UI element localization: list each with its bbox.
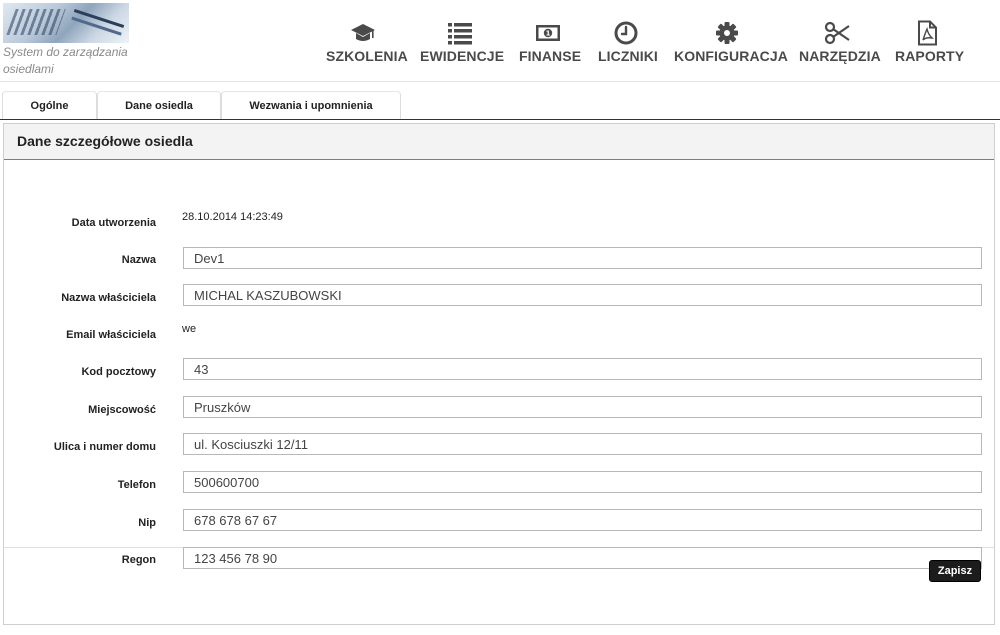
header: System do zarządzania osiedlami SZKOLENI… (0, 0, 1000, 82)
nav-label: FINANSE (519, 48, 582, 64)
nav-item-narzedzia[interactable]: NARZĘDZIA (799, 20, 881, 70)
nav-item-finanse[interactable]: 1 FINANSE (519, 20, 582, 70)
field-label: Regon (121, 554, 156, 566)
row-data-utworzenia: Data utworzenia 28.10.2014 14:23:49 (4, 211, 994, 241)
nav-item-liczniki[interactable]: LICZNIKI (598, 20, 658, 70)
postal-code-input[interactable] (183, 358, 982, 380)
svg-text:1: 1 (546, 30, 551, 38)
nav-item-ewidencje[interactable]: EWIDENCJE (420, 20, 505, 70)
row-kod-pocztowy: Kod pocztowy (4, 358, 994, 382)
field-label: Telefon (117, 479, 156, 491)
city-input[interactable] (183, 396, 982, 418)
list-icon (448, 23, 472, 45)
field-label: Miejscowość (88, 404, 156, 416)
pdf-file-icon (918, 20, 937, 46)
row-nazwa: Nazwa (4, 247, 994, 271)
regon-input[interactable] (183, 547, 982, 569)
owner-email-value: we (182, 323, 197, 335)
field-label: Kod pocztowy (81, 366, 156, 378)
money-icon: 1 (536, 25, 560, 41)
field-label: Data utworzenia (71, 217, 156, 229)
field-label: Nip (138, 517, 156, 529)
created-date-value: 28.10.2014 14:23:49 (182, 211, 283, 223)
row-regon: Regon (4, 547, 994, 571)
tab-wezwania-i-upomnienia[interactable]: Wezwania i upomnienia (221, 91, 401, 119)
row-email-wlasciciela: Email właściciela we (4, 323, 994, 353)
nav-label: NARZĘDZIA (799, 48, 881, 64)
nav-item-konfiguracja[interactable]: KONFIGURACJA (674, 20, 788, 70)
scissors-icon (824, 21, 850, 45)
owner-name-input[interactable] (183, 284, 982, 306)
nav-label: RAPORTY (895, 48, 965, 64)
nav-label: KONFIGURACJA (674, 48, 788, 64)
field-label: Email właściciela (66, 329, 156, 341)
main-nav: SZKOLENIA EWIDENCJE 1 FINANSE LICZNIKI K… (0, 20, 1000, 70)
street-input[interactable] (183, 433, 982, 455)
nav-item-raporty[interactable]: RAPORTY (895, 20, 965, 70)
panel-title: Dane szczegółowe osiedla (4, 124, 994, 160)
row-nip: Nip (4, 509, 994, 533)
nav-label: EWIDENCJE (420, 48, 505, 64)
row-ulica: Ulica i numer domu (4, 433, 994, 457)
nav-item-szkolenia[interactable]: SZKOLENIA (326, 20, 408, 70)
gear-icon (716, 22, 738, 44)
tab-dane-osiedla[interactable]: Dane osiedla (97, 91, 221, 119)
nip-input[interactable] (183, 509, 982, 531)
details-panel: Dane szczegółowe osiedla Data utworzenia… (3, 123, 995, 625)
tab-bar: Ogólne Dane osiedla Wezwania i upomnieni… (0, 91, 1000, 120)
field-label: Ulica i numer domu (53, 441, 156, 453)
details-form: Data utworzenia 28.10.2014 14:23:49 Nazw… (4, 160, 994, 569)
phone-input[interactable] (183, 471, 982, 493)
row-nazwa-wlasciciela: Nazwa właściciela (4, 284, 994, 308)
row-telefon: Telefon (4, 471, 994, 495)
nav-label: SZKOLENIA (326, 48, 408, 64)
graduation-cap-icon (351, 24, 375, 41)
clock-icon (614, 21, 638, 45)
field-label: Nazwa właściciela (61, 292, 156, 304)
row-miejscowosc: Miejscowość (4, 396, 994, 420)
save-button[interactable]: Zapisz (929, 560, 981, 582)
tab-ogolne[interactable]: Ogólne (2, 91, 97, 119)
name-input[interactable] (183, 247, 982, 269)
field-label: Nazwa (121, 254, 156, 266)
nav-label: LICZNIKI (598, 48, 658, 64)
